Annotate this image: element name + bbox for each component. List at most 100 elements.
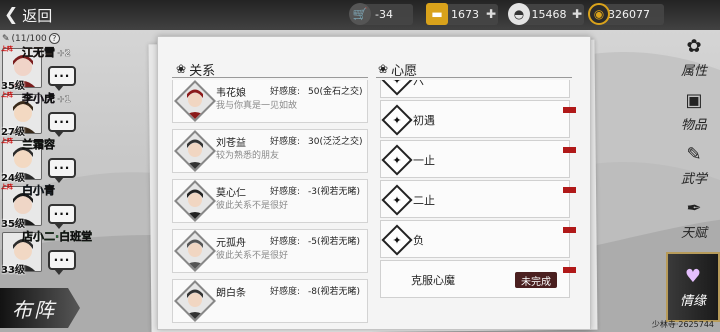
add-gold-icon[interactable]: ✚ [486,7,496,21]
star-icon: ✦ [392,113,402,127]
favor-value: -8(视若无睹) [308,287,360,297]
favor-label: 好感度: [270,237,301,247]
relation-row[interactable]: 韦花娘 好感度: 50(金石之交) 我与你真是一见如故 [172,80,368,124]
wish-label: 克服心魔 [411,274,455,287]
party-member[interactable]: 上阵 白小青 35级 ··· [0,182,100,230]
party-member[interactable]: 上阵 江无雪 +2 35级 ··· [0,44,100,92]
relation-name: 刘苍益 [216,138,246,149]
favor-label: 好感度: [270,187,301,197]
wish-row[interactable]: ✦ 六 [380,80,570,98]
relation-name: 元孤舟 [216,238,246,249]
wish-row[interactable]: ✦ 一止 [380,140,576,178]
chat-bubble-icon[interactable]: ··· [48,158,76,183]
relation-row[interactable]: 刘苍益 好感度: 30(泛泛之交) 较为熟悉的朋友 [172,128,368,174]
member-name: 店小二·白班堂 [22,230,93,243]
wishes-list[interactable]: ✦ 六 ✦ 初遇 ✦ 一止 ✦ 二止 ✦ 负 克服心魔 未完成 [380,80,576,332]
menu-item[interactable]: ▣ 物品 [670,88,718,144]
feather-icon: ✎ [2,33,10,44]
wish-label: 负 [413,234,424,247]
star-icon: ✦ [392,193,402,207]
wish-row[interactable]: ✦ 负 [380,220,576,258]
formation-label: 布阵 [12,298,56,322]
wishes-header: ❀ 心愿 [378,60,417,79]
wish-row[interactable]: 克服心魔 未完成 [380,260,576,298]
star-icon: ✦ [392,80,402,87]
relation-row[interactable]: 莫心仁 好感度: -3(视若无睹) 彼此关系不是很好 [172,178,368,224]
deploy-tag: 上阵 [1,184,14,191]
relation-row[interactable]: 元孤舟 好感度: -5(视若无睹) 彼此关系不是很好 [172,228,368,274]
chat-glyph: ··· [53,161,71,175]
menu-label: 天赋 [680,226,707,241]
heart-icon: ♥ [684,265,702,287]
menu-label: 情缘 [679,294,706,309]
help-icon[interactable]: ? [48,33,60,44]
member-bonus: +2 [57,49,71,59]
member-name: 李小虎 +1 [22,92,71,105]
wish-label: 二止 [413,194,435,207]
member-name: 白小青 [22,184,55,197]
party-member[interactable]: 上阵 李小虎 +1 27级 ··· [0,90,100,138]
chat-glyph: ··· [53,69,71,83]
chat-bubble-icon[interactable]: ··· [48,204,76,229]
chat-bubble-icon[interactable]: ··· [48,112,76,137]
menu-label: 物品 [680,118,707,133]
add-silver-icon[interactable]: ✚ [572,7,582,21]
relations-divider [172,77,368,78]
wish-label: 初遇 [413,114,435,127]
deploy-tag: 上阵 [1,92,14,99]
resource-coin[interactable]: ◉ 326077 [588,3,664,25]
bookmark-ribbon [563,147,576,153]
formation-button[interactable]: 布阵 [0,288,80,328]
menu-item[interactable]: ✒ 天赋 [670,196,718,252]
member-name: 江无雪 +2 [22,46,71,59]
feather-icon: ✒ [686,197,702,219]
menu-item-romance[interactable]: ♥ 情缘 [666,252,720,322]
relation-desc: 较为熟悉的朋友 [216,151,280,161]
lotus-icon: ❀ [176,62,187,76]
bookmark-ribbon [563,187,576,193]
favor-value: -5(视若无睹) [308,237,360,247]
member-level: 33级 [1,265,25,276]
bookmark-ribbon [563,107,576,113]
lotus-icon: ❀ [378,62,389,76]
deploy-tag: 上阵 [1,138,14,145]
resource-gold[interactable]: ▬ 1673 ✚ [426,3,498,25]
relations-list[interactable]: 韦花娘 好感度: 50(金石之交) 我与你真是一见如故 刘苍益 好感度: 30(… [172,80,370,332]
chat-bubble-icon[interactable]: ··· [48,250,76,275]
wish-row[interactable]: ✦ 二止 [380,180,576,218]
relations-header: ❀ 关系 [176,60,215,79]
wishes-divider [376,77,572,78]
party-member[interactable]: 上阵 兰霜容 24级 ··· [0,136,100,184]
resource-silver[interactable]: ◓ 15468 ✚ [508,3,584,25]
member-name: 兰霜容 [22,138,55,151]
wish-label: 一止 [413,154,435,167]
chat-glyph: ··· [53,115,71,129]
chat-bubble-icon[interactable]: ··· [48,66,76,91]
top-bar: ❮ 返回 🛒 -34 ▬ 1673 ✚ ◓ 15468 ✚ ◉ 326077 [0,0,720,30]
menu-label: 武学 [680,172,707,187]
relation-name: 朗白条 [216,288,246,299]
wish-label: 六 [413,80,424,87]
relation-name: 韦花娘 [216,88,246,99]
silver-ingot-icon: ◓ [508,3,530,25]
favor-label: 好感度: [270,137,301,147]
resource-coin-value: 326077 [608,8,650,21]
party-member[interactable]: 店小二·白班堂 33级 ··· [0,228,100,276]
menu-label: 属性 [680,64,707,79]
resource-cart-value: -34 [375,8,393,21]
gold-bar-icon: ▬ [426,3,448,25]
relation-row[interactable]: 朗白条 好感度: -8(视若无睹) [172,278,368,324]
resource-cart[interactable]: 🛒 -34 [349,3,413,25]
relation-desc: 我与你真是一见如故 [216,101,298,111]
favor-label: 好感度: [270,287,301,297]
wish-row[interactable]: ✦ 初遇 [380,100,576,138]
back-button[interactable]: ❮ 返回 [4,3,64,27]
coin-icon: ◉ [588,3,610,25]
menu-item[interactable]: ✿ 属性 [670,34,718,90]
watermark: 少林寺·2625744 [651,320,714,329]
member-bonus: +1 [57,95,71,105]
menu-item[interactable]: ✎ 武学 [670,142,718,198]
back-label: 返回 [22,6,53,25]
right-menu: ✿ 属性 ▣ 物品 ✎ 武学 ✒ 天赋 ♥ 情缘 [666,30,720,332]
chat-glyph: ··· [53,253,71,267]
